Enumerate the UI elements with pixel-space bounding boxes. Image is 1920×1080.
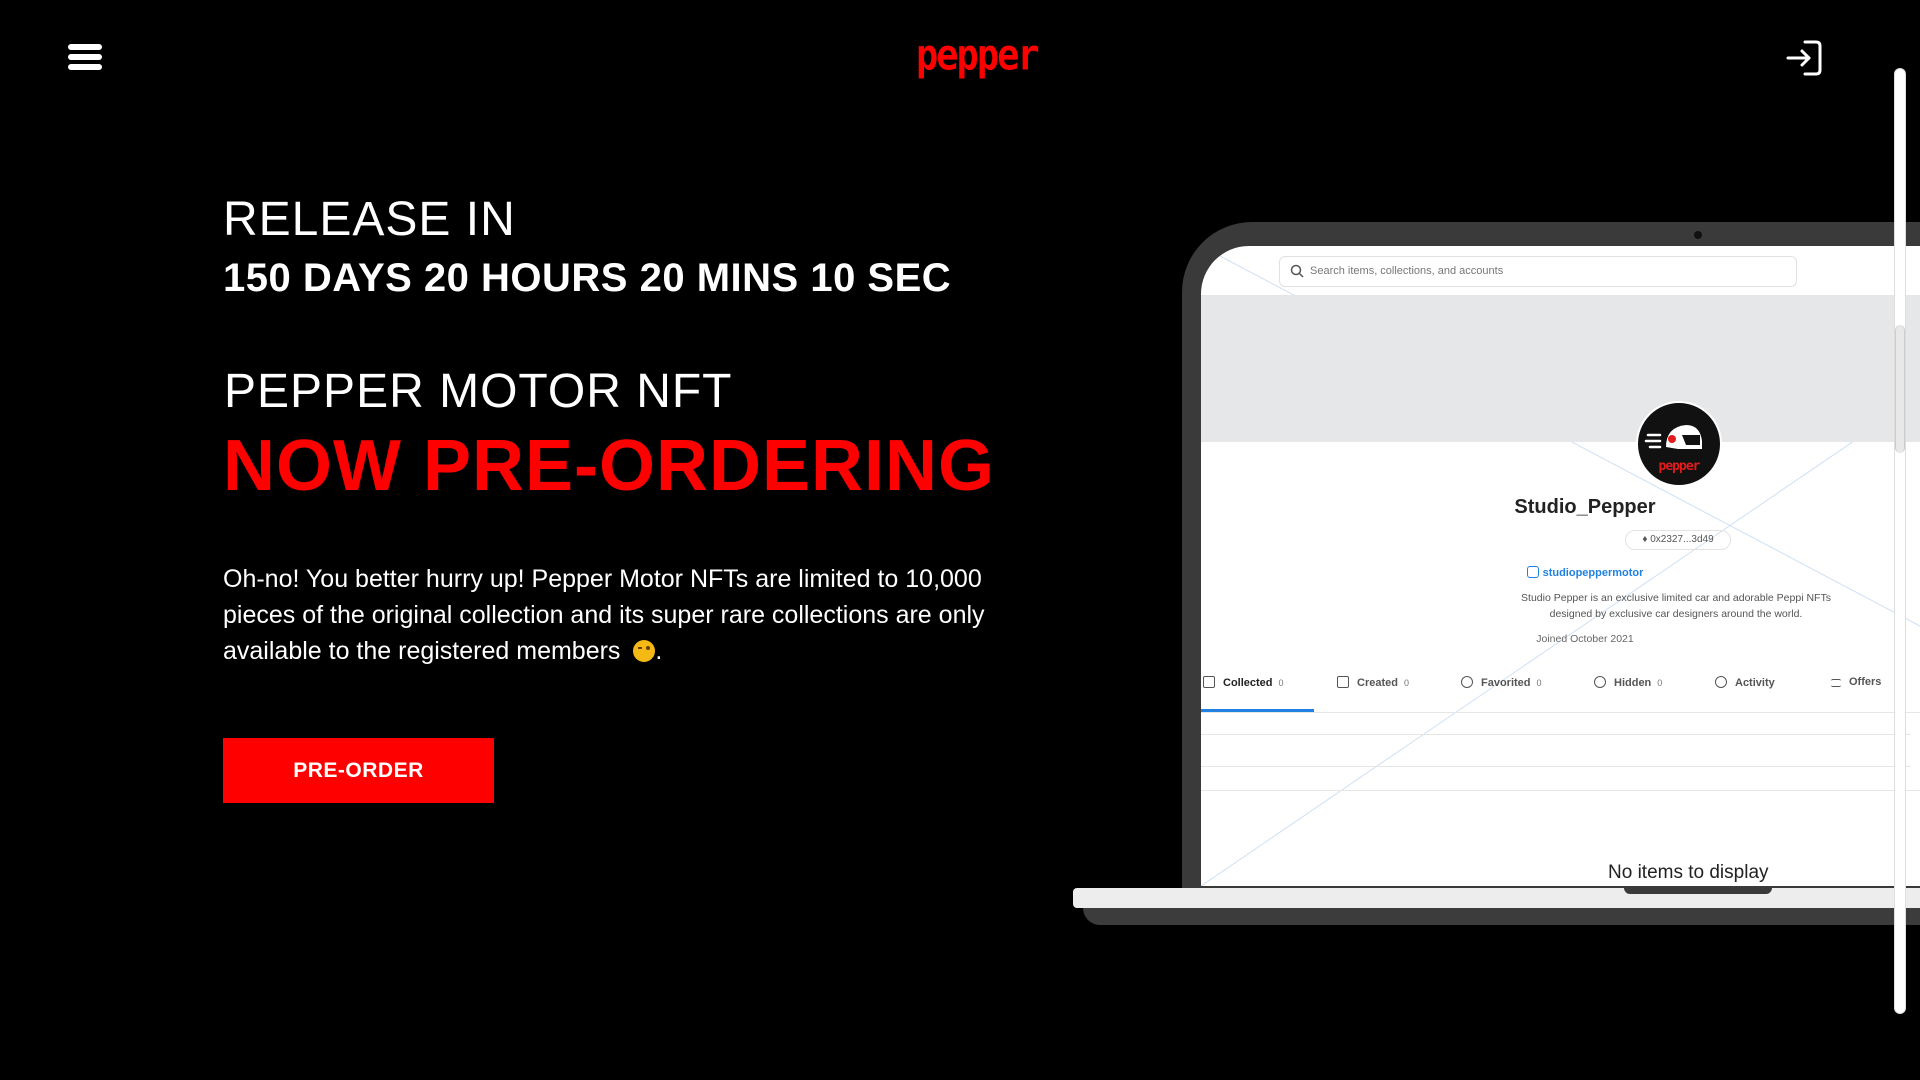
description-text: Oh-no! You better hurry up! Pepper Motor… [223,565,985,665]
hamburger-menu-icon [68,44,102,50]
laptop-base [1073,888,1920,908]
search-placeholder: Search items, collections, and accounts [1310,265,1504,277]
countdown-timer: 150 DAYS 20 HOURS 20 MINS 10 SEC [223,256,952,300]
wallet-address-text: 0x2327...3d49 [1650,534,1714,545]
filter-bar-divider [1201,734,1911,735]
collected-icon [1203,676,1215,688]
tab-hidden[interactable]: Hidden 0 [1594,676,1662,689]
tab-label: Collected [1223,677,1273,689]
list-icon [1831,679,1841,687]
tab-label: Activity [1735,677,1775,689]
instagram-icon [1526,566,1539,578]
profile-username: Studio_Pepper [1514,496,1656,518]
tab-activity[interactable]: Activity [1715,676,1775,689]
release-label: RELEASE IN [223,193,516,246]
page-scrollbar[interactable] [1894,68,1906,1014]
login-button[interactable] [1784,38,1824,78]
laptop-screen: Search items, collections, and accounts … [1201,246,1920,886]
search-icon [1290,264,1304,278]
tab-label: Created [1357,677,1398,689]
tab-offers[interactable]: Offers [1831,676,1881,688]
history-icon [1715,676,1727,688]
sign-in-icon [1786,40,1822,76]
heart-icon [1461,676,1473,688]
pre-order-button[interactable]: PRE-ORDER [223,738,494,803]
tab-label: Favorited [1481,677,1531,689]
joined-date: Joined October 2021 [1536,633,1634,645]
laptop-notch [1624,888,1772,894]
tab-created[interactable]: Created 0 [1337,676,1409,689]
description-end: . [655,637,663,665]
instagram-handle: studiopeppermotor [1542,567,1644,579]
profile-bio: Studio Pepper is an exclusive limited ca… [1521,592,1831,620]
search-input[interactable]: Search items, collections, and accounts [1279,256,1797,287]
tabs-divider [1201,712,1920,713]
instagram-link[interactable]: studiopeppermotor [1201,566,1920,579]
paint-brush-icon [1337,676,1349,688]
hero-headline: NOW PRE-ORDERING [223,426,995,506]
eye-off-icon [1594,676,1606,688]
tab-count: 0 [1278,678,1284,688]
content-divider [1201,790,1920,791]
tab-count: 0 [1657,678,1663,688]
empty-state-message: No items to display [1608,862,1769,883]
tab-label: Hidden [1614,677,1652,689]
avatar-logo-text: pepper [1658,459,1701,474]
tab-label: Offers [1849,676,1882,688]
hero-description: Oh-no! You better hurry up! Pepper Motor… [223,561,1003,669]
brand-logo[interactable]: pepper [916,34,1040,77]
profile-tabs: Collected 0 Created 0 Favorited 0 Hidden 0 A… [1201,676,1920,706]
tab-collected[interactable]: Collected 0 [1203,676,1284,689]
winking-face-icon [633,640,656,662]
menu-button[interactable] [68,44,102,70]
laptop-camera [1694,231,1702,239]
hamburger-menu-icon-bar [68,54,102,60]
tab-count: 0 [1403,678,1409,688]
hamburger-menu-icon-bar [68,64,102,70]
avatar: pepper [1636,401,1722,487]
tab-favorited[interactable]: Favorited 0 [1461,676,1542,689]
profile-banner [1201,296,1920,442]
filter-bar-divider [1201,766,1911,767]
wallet-address[interactable]: ♦ 0x2327...3d49 [1625,530,1731,550]
scrollbar-thumb[interactable] [1895,325,1905,453]
tab-count: 0 [1536,678,1542,688]
laptop-bottom [1083,908,1920,925]
product-label: PEPPER MOTOR NFT [224,365,733,418]
